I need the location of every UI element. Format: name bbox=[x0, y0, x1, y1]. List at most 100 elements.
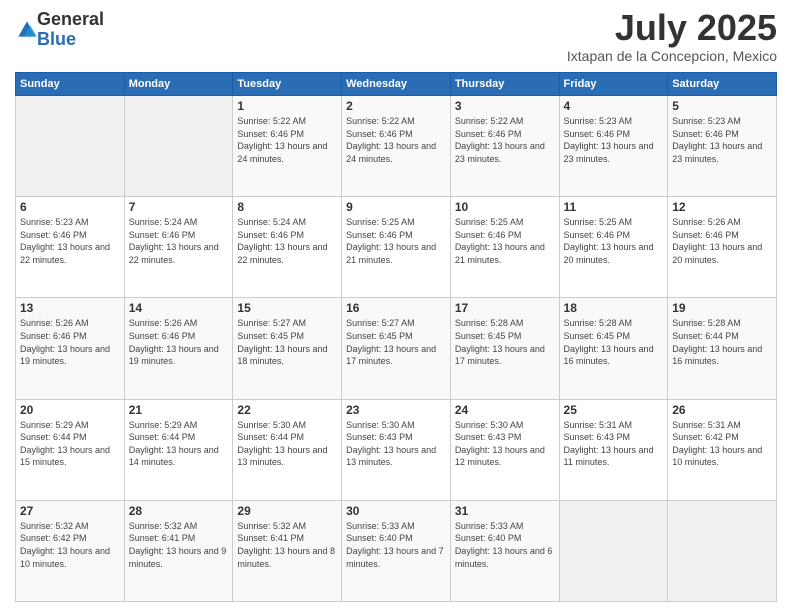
calendar-cell: 29 Sunrise: 5:32 AM Sunset: 6:41 PM Dayli… bbox=[233, 500, 342, 601]
day-number: 12 bbox=[672, 200, 772, 214]
calendar-cell: 5 Sunrise: 5:23 AM Sunset: 6:46 PM Daylig… bbox=[668, 96, 777, 197]
calendar-cell: 19 Sunrise: 5:28 AM Sunset: 6:44 PM Dayli… bbox=[668, 298, 777, 399]
cell-content: Sunrise: 5:31 AM Sunset: 6:43 PM Dayligh… bbox=[564, 419, 664, 469]
calendar-cell: 3Sunrise: 5:22 AM Sunset: 6:46 PM Daylig… bbox=[450, 96, 559, 197]
cell-content: Sunrise: 5:29 AM Sunset: 6:44 PM Dayligh… bbox=[20, 419, 120, 469]
calendar-cell: 28 Sunrise: 5:32 AM Sunset: 6:41 PM Dayli… bbox=[124, 500, 233, 601]
cell-content: Sunrise: 5:25 AM Sunset: 6:46 PM Dayligh… bbox=[346, 216, 446, 266]
header-wednesday: Wednesday bbox=[342, 73, 451, 96]
cell-content: Sunrise: 5:32 AM Sunset: 6:41 PM Dayligh… bbox=[129, 520, 229, 570]
cell-content: Sunrise: 5:28 AM Sunset: 6:45 PM Dayligh… bbox=[564, 317, 664, 367]
logo-icon bbox=[17, 20, 37, 40]
calendar-cell: 30Sunrise: 5:33 AM Sunset: 6:40 PM Dayli… bbox=[342, 500, 451, 601]
cell-content: Sunrise: 5:29 AM Sunset: 6:44 PM Dayligh… bbox=[129, 419, 229, 469]
day-number: 5 bbox=[672, 99, 772, 113]
cell-content: Sunrise: 5:22 AM Sunset: 6:46 PM Dayligh… bbox=[346, 115, 446, 165]
cell-content: Sunrise: 5:25 AM Sunset: 6:46 PM Dayligh… bbox=[455, 216, 555, 266]
day-number: 2 bbox=[346, 99, 446, 113]
day-number: 17 bbox=[455, 301, 555, 315]
cell-content: Sunrise: 5:23 AM Sunset: 6:46 PM Dayligh… bbox=[20, 216, 120, 266]
calendar-cell bbox=[559, 500, 668, 601]
day-number: 20 bbox=[20, 403, 120, 417]
day-number: 25 bbox=[564, 403, 664, 417]
header-thursday: Thursday bbox=[450, 73, 559, 96]
day-number: 13 bbox=[20, 301, 120, 315]
day-number: 15 bbox=[237, 301, 337, 315]
calendar-week-2: 6 Sunrise: 5:23 AM Sunset: 6:46 PM Daylig… bbox=[16, 197, 777, 298]
day-number: 11 bbox=[564, 200, 664, 214]
day-number: 24 bbox=[455, 403, 555, 417]
day-number: 3 bbox=[455, 99, 555, 113]
calendar-cell: 24 Sunrise: 5:30 AM Sunset: 6:43 PM Dayli… bbox=[450, 399, 559, 500]
calendar-cell: 1Sunrise: 5:22 AM Sunset: 6:46 PM Daylig… bbox=[233, 96, 342, 197]
day-number: 26 bbox=[672, 403, 772, 417]
calendar-cell: 20 Sunrise: 5:29 AM Sunset: 6:44 PM Dayli… bbox=[16, 399, 125, 500]
day-number: 22 bbox=[237, 403, 337, 417]
cell-content: Sunrise: 5:25 AM Sunset: 6:46 PM Dayligh… bbox=[564, 216, 664, 266]
day-number: 16 bbox=[346, 301, 446, 315]
cell-content: Sunrise: 5:32 AM Sunset: 6:41 PM Dayligh… bbox=[237, 520, 337, 570]
calendar-cell: 25 Sunrise: 5:31 AM Sunset: 6:43 PM Dayli… bbox=[559, 399, 668, 500]
cell-content: Sunrise: 5:24 AM Sunset: 6:46 PM Dayligh… bbox=[237, 216, 337, 266]
calendar-table: SundayMondayTuesdayWednesdayThursdayFrid… bbox=[15, 72, 777, 602]
day-number: 7 bbox=[129, 200, 229, 214]
calendar-cell: 7 Sunrise: 5:24 AM Sunset: 6:46 PM Daylig… bbox=[124, 197, 233, 298]
calendar-cell: 14 Sunrise: 5:26 AM Sunset: 6:46 PM Dayli… bbox=[124, 298, 233, 399]
calendar-cell: 17 Sunrise: 5:28 AM Sunset: 6:45 PM Dayli… bbox=[450, 298, 559, 399]
day-number: 30 bbox=[346, 504, 446, 518]
calendar-cell: 11 Sunrise: 5:25 AM Sunset: 6:46 PM Dayli… bbox=[559, 197, 668, 298]
header-friday: Friday bbox=[559, 73, 668, 96]
month-title: July 2025 bbox=[567, 10, 777, 46]
calendar-week-1: 1 Sunrise: 5:22 AM Sunset: 6:46 PM Daylig… bbox=[16, 96, 777, 197]
day-number: 1 bbox=[237, 99, 337, 113]
cell-content: Sunrise: 5:30 AM Sunset: 6:43 PM Dayligh… bbox=[455, 419, 555, 469]
cell-content: Sunrise: 5:27 AM Sunset: 6:45 PM Dayligh… bbox=[237, 317, 337, 367]
cell-content: Sunrise: 5:28 AM Sunset: 6:44 PM Dayligh… bbox=[672, 317, 772, 367]
logo: General Blue bbox=[15, 10, 104, 50]
cell-content: Sunrise: 5:30 AM Sunset: 6:43 PM Dayligh… bbox=[346, 419, 446, 469]
cell-content: Sunrise: 5:23 AM Sunset: 6:46 PM Dayligh… bbox=[672, 115, 772, 165]
calendar-week-3: 13 Sunrise: 5:26 AM Sunset: 6:46 PM Dayli… bbox=[16, 298, 777, 399]
calendar-header-row: SundayMondayTuesdayWednesdayThursdayFrid… bbox=[16, 73, 777, 96]
header-monday: Monday bbox=[124, 73, 233, 96]
cell-content: Sunrise: 5:30 AM Sunset: 6:44 PM Dayligh… bbox=[237, 419, 337, 469]
day-number: 28 bbox=[129, 504, 229, 518]
calendar-cell: 2 Sunrise: 5:22 AM Sunset: 6:46 PM Daylig… bbox=[342, 96, 451, 197]
calendar-cell: 18Sunrise: 5:28 AM Sunset: 6:45 PM Dayli… bbox=[559, 298, 668, 399]
day-number: 6 bbox=[20, 200, 120, 214]
cell-content: Sunrise: 5:26 AM Sunset: 6:46 PM Dayligh… bbox=[20, 317, 120, 367]
day-number: 19 bbox=[672, 301, 772, 315]
calendar-cell: 12Sunrise: 5:26 AM Sunset: 6:46 PM Dayli… bbox=[668, 197, 777, 298]
cell-content: Sunrise: 5:28 AM Sunset: 6:45 PM Dayligh… bbox=[455, 317, 555, 367]
day-number: 8 bbox=[237, 200, 337, 214]
cell-content: Sunrise: 5:27 AM Sunset: 6:45 PM Dayligh… bbox=[346, 317, 446, 367]
calendar-cell: 10 Sunrise: 5:25 AM Sunset: 6:46 PM Dayli… bbox=[450, 197, 559, 298]
cell-content: Sunrise: 5:26 AM Sunset: 6:46 PM Dayligh… bbox=[129, 317, 229, 367]
day-number: 9 bbox=[346, 200, 446, 214]
header-saturday: Saturday bbox=[668, 73, 777, 96]
calendar-cell: 26Sunrise: 5:31 AM Sunset: 6:42 PM Dayli… bbox=[668, 399, 777, 500]
calendar-cell: 13 Sunrise: 5:26 AM Sunset: 6:46 PM Dayli… bbox=[16, 298, 125, 399]
calendar-week-5: 27 Sunrise: 5:32 AM Sunset: 6:42 PM Dayli… bbox=[16, 500, 777, 601]
cell-content: Sunrise: 5:32 AM Sunset: 6:42 PM Dayligh… bbox=[20, 520, 120, 570]
page: General Blue July 2025 Ixtapan de la Con… bbox=[0, 0, 792, 612]
header: General Blue July 2025 Ixtapan de la Con… bbox=[15, 10, 777, 64]
cell-content: Sunrise: 5:24 AM Sunset: 6:46 PM Dayligh… bbox=[129, 216, 229, 266]
calendar-cell: 4Sunrise: 5:23 AM Sunset: 6:46 PM Daylig… bbox=[559, 96, 668, 197]
calendar-cell: 22 Sunrise: 5:30 AM Sunset: 6:44 PM Dayli… bbox=[233, 399, 342, 500]
calendar-cell: 15 Sunrise: 5:27 AM Sunset: 6:45 PM Dayli… bbox=[233, 298, 342, 399]
calendar-cell bbox=[124, 96, 233, 197]
day-number: 27 bbox=[20, 504, 120, 518]
title-section: July 2025 Ixtapan de la Concepcion, Mexi… bbox=[567, 10, 777, 64]
calendar-cell: 27 Sunrise: 5:32 AM Sunset: 6:42 PM Dayli… bbox=[16, 500, 125, 601]
day-number: 10 bbox=[455, 200, 555, 214]
calendar-cell: 31Sunrise: 5:33 AM Sunset: 6:40 PM Dayli… bbox=[450, 500, 559, 601]
calendar-cell: 6 Sunrise: 5:23 AM Sunset: 6:46 PM Daylig… bbox=[16, 197, 125, 298]
location-subtitle: Ixtapan de la Concepcion, Mexico bbox=[567, 48, 777, 64]
header-tuesday: Tuesday bbox=[233, 73, 342, 96]
day-number: 29 bbox=[237, 504, 337, 518]
day-number: 14 bbox=[129, 301, 229, 315]
calendar-cell: 21Sunrise: 5:29 AM Sunset: 6:44 PM Dayli… bbox=[124, 399, 233, 500]
calendar-cell: 9 Sunrise: 5:25 AM Sunset: 6:46 PM Daylig… bbox=[342, 197, 451, 298]
logo-text: General Blue bbox=[37, 10, 104, 50]
